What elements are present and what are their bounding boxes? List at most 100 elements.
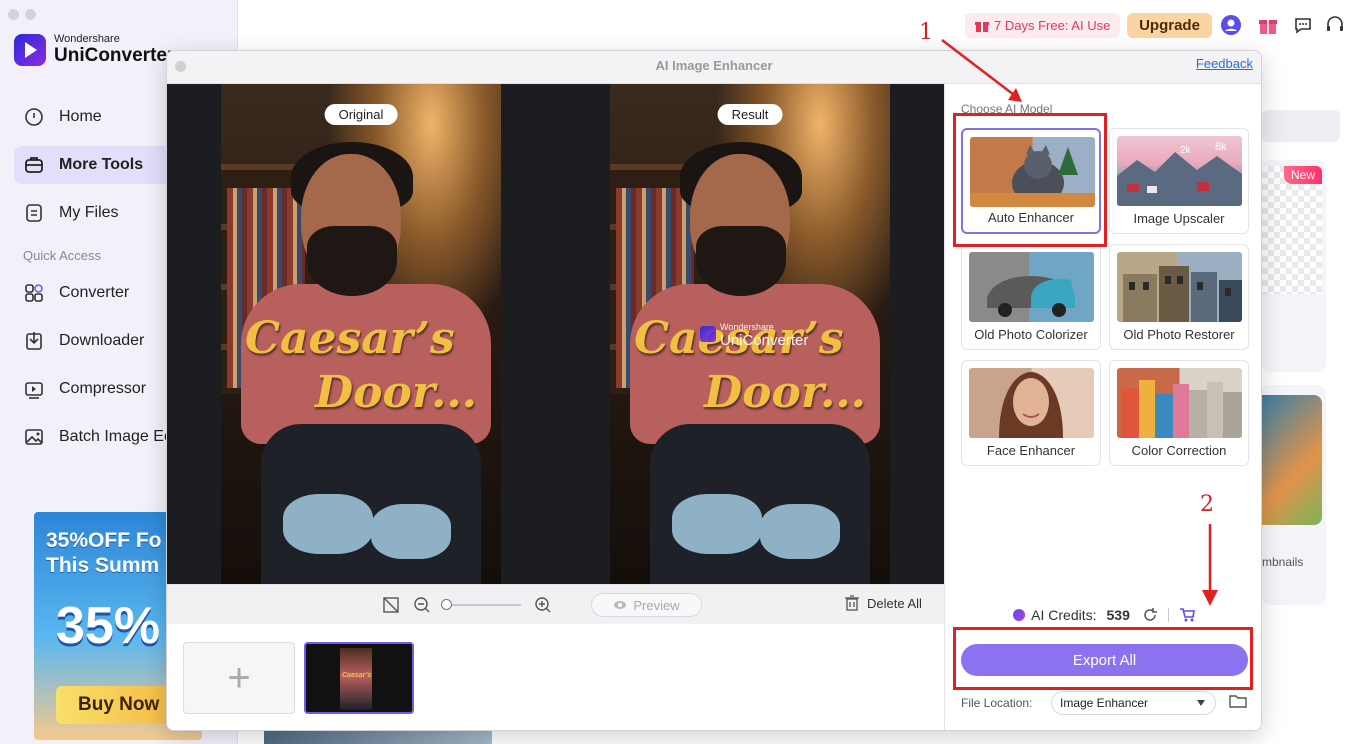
caption-line-1: Caesar’s [245, 313, 455, 364]
dialog-header: AI Image Enhancer Feedback [167, 51, 1261, 84]
model-old-photo-restorer[interactable]: Old Photo Restorer [1109, 244, 1249, 350]
zoom-slider-handle[interactable] [441, 599, 452, 610]
headset-icon [1327, 16, 1343, 31]
original-image: Caesar’s Door... Original [221, 84, 501, 584]
background-tool-card-thumbnails[interactable]: mbnails [1262, 385, 1326, 605]
ai-credits-label: AI Credits: [1031, 607, 1097, 623]
model-color-correction[interactable]: Color Correction [1109, 360, 1249, 466]
caption-line-2: Door... [704, 367, 866, 418]
background-search-bar[interactable] [1262, 110, 1340, 142]
sidebar-item-label: Downloader [59, 332, 145, 349]
tool-card-text: mbnails [1262, 555, 1304, 569]
new-badge: New [1283, 166, 1322, 184]
model-image-upscaler[interactable]: 2k 8k Image Upscaler [1109, 128, 1249, 234]
downloader-icon [23, 330, 45, 352]
image-caption: Caesar’s Door... [245, 312, 501, 420]
upscaler-tag-2k: 2k [1180, 145, 1191, 156]
image-queue: + Caesar’s [167, 624, 944, 730]
app-logo: Wondershare UniConverter [14, 33, 174, 66]
zoom-in-icon [535, 597, 551, 613]
zoom-slider[interactable] [443, 604, 521, 606]
sidebar-item-label: My Files [59, 204, 119, 221]
add-image-button[interactable]: + [183, 642, 295, 714]
plus-icon: + [227, 655, 251, 700]
model-label: Image Upscaler [1133, 211, 1225, 226]
refresh-icon[interactable] [1142, 607, 1158, 623]
avatar[interactable] [1220, 14, 1242, 36]
model-label: Color Correction [1131, 443, 1227, 458]
background-tool-card[interactable]: New [1262, 160, 1326, 372]
file-location-label: File Location: [961, 696, 1033, 710]
app-window: Wondershare UniConverter Home More Tools… [0, 0, 1350, 744]
promo-line-1: 35%OFF Fo [46, 529, 162, 552]
annotation-box-export-all [953, 627, 1253, 690]
ai-credits-icon [1013, 609, 1026, 621]
user-avatar-icon [1221, 15, 1241, 35]
tool-card-image [1262, 166, 1322, 294]
model-label: Old Photo Colorizer [974, 327, 1088, 342]
upscaler-tag-8k: 8k [1215, 141, 1227, 153]
chat-button[interactable] [1292, 14, 1314, 36]
batch-image-icon [23, 426, 45, 448]
fit-screen-button[interactable] [380, 595, 402, 615]
model-label: Old Photo Restorer [1123, 327, 1235, 342]
file-location-select[interactable]: Image Enhancer [1051, 691, 1216, 715]
preview-area: Caesar’s Door... Original Caesar’s Door.… [167, 84, 944, 584]
compressor-icon [23, 378, 45, 400]
model-label: Face Enhancer [986, 443, 1076, 458]
queued-image-thumbnail[interactable]: Caesar’s [304, 642, 414, 714]
promo-line-2: This Summ [46, 554, 160, 577]
preview-button[interactable]: Preview [591, 593, 702, 617]
home-icon [23, 106, 45, 128]
brand-small: Wondershare [54, 33, 120, 45]
file-location-value: Image Enhancer [1060, 696, 1149, 710]
cart-icon[interactable] [1179, 607, 1195, 623]
sidebar-item-label: Compressor [59, 380, 147, 397]
converter-icon [23, 282, 45, 304]
file-icon [23, 202, 45, 224]
sidebar-item-label: Converter [59, 284, 130, 301]
delete-all-label: Delete All [867, 595, 922, 611]
preview-label: Preview [633, 597, 680, 613]
open-folder-button[interactable] [1229, 693, 1247, 714]
upgrade-button[interactable]: Upgrade [1127, 13, 1212, 38]
model-old-photo-colorizer[interactable]: Old Photo Colorizer [961, 244, 1101, 350]
delete-all-button[interactable]: Delete All [845, 595, 922, 611]
original-label: Original [324, 104, 398, 125]
close-window-button[interactable] [8, 9, 19, 20]
watermark-logo-icon [700, 326, 716, 342]
face-enhancer-thumbnail [969, 368, 1094, 438]
gift-button[interactable] [1257, 14, 1279, 36]
color-correction-thumbnail [1117, 368, 1242, 438]
dialog-title: AI Image Enhancer [655, 58, 773, 73]
zoom-in-button[interactable] [533, 595, 553, 615]
zoom-out-icon [414, 597, 430, 613]
zoom-out-button[interactable] [412, 595, 432, 615]
quick-access-heading: Quick Access [23, 248, 102, 263]
annotation-number-2: 2 [1200, 492, 1214, 517]
trash-icon [845, 595, 859, 611]
annotation-arrow-1 [941, 39, 1022, 102]
old-photo-colorizer-thumbnail [969, 252, 1094, 322]
brand-name: UniConverter [54, 45, 175, 66]
minimize-window-button[interactable] [25, 9, 36, 20]
model-face-enhancer[interactable]: Face Enhancer [961, 360, 1101, 466]
uniconverter-logo-icon [14, 33, 46, 66]
caption-line-2: Door... [315, 367, 477, 418]
feedback-link[interactable]: Feedback [1196, 56, 1253, 71]
annotation-box-auto-enhancer [953, 113, 1107, 247]
fit-screen-icon [383, 597, 399, 613]
chevron-down-icon [1197, 700, 1205, 706]
support-button[interactable] [1324, 14, 1346, 36]
watermark: Wondershare UniConverter [700, 320, 808, 348]
toolbox-icon [23, 154, 45, 176]
result-label: Result [717, 104, 783, 125]
old-photo-restorer-thumbnail [1117, 252, 1242, 322]
annotation-arrow-2 [1202, 524, 1218, 606]
top-bar: 7 Days Free: AI Use Upgrade [238, 0, 1350, 50]
preview-controls: Preview Delete All [167, 584, 944, 624]
eye-icon [614, 601, 627, 609]
sidebar-item-label: Batch Image Ec [59, 428, 172, 445]
chat-icon [1295, 18, 1311, 34]
promo-percent: 35% [56, 597, 161, 655]
